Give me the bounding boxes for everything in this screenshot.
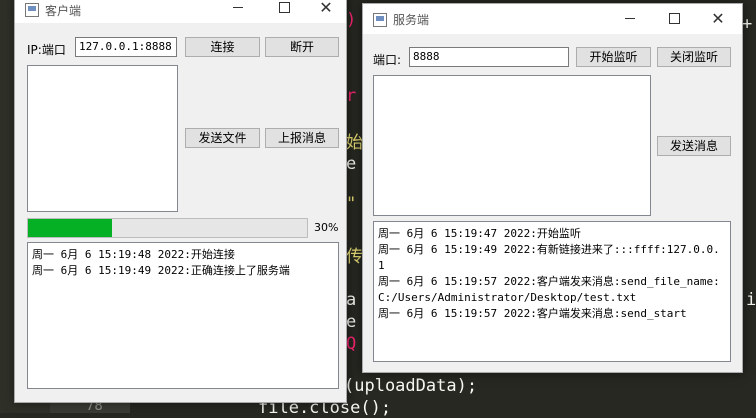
code-fragment: +	[742, 14, 753, 34]
code-line: (uploadData);	[344, 376, 478, 396]
maximize-button[interactable]	[651, 4, 697, 34]
client-titlebar: 客户端 ✕	[15, 0, 346, 23]
ip-port-input[interactable]: 127.0.0.1:8888	[75, 37, 177, 57]
app-icon	[373, 13, 387, 27]
upload-progress-bar	[27, 218, 308, 238]
code-fragment: e	[346, 312, 357, 332]
code-fragment: Q	[346, 334, 357, 354]
code-fragment: r	[346, 86, 357, 106]
server-log-box[interactable]: 周一 6月 6 15:19:47 2022:开始监听 周一 6月 6 15:19…	[373, 221, 731, 362]
code-fragment: i	[746, 290, 756, 310]
code-fragment: "	[346, 194, 357, 214]
close-icon: ✕	[319, 0, 333, 17]
client-log-box[interactable]: 周一 6月 6 15:19:48 2022:开始连接 周一 6月 6 15:19…	[27, 242, 339, 389]
maximize-button[interactable]	[261, 0, 307, 23]
minimize-button[interactable]	[215, 0, 261, 23]
progress-percent: 30%	[314, 221, 339, 234]
send-message-button[interactable]: 发送消息	[657, 136, 731, 156]
port-label: 端口:	[373, 53, 402, 67]
log-line: 周一 6月 6 15:19:57 2022:客户端发来消息:send_file_…	[378, 275, 720, 304]
port-input[interactable]: 8888	[409, 47, 569, 67]
progress-fill	[28, 219, 112, 237]
stop-listen-button[interactable]: 关闭监听	[657, 47, 731, 67]
server-window: 服务端 ✕ 端口: 8888 开始监听 关闭监听 发送消息 周一 6月 6 15…	[362, 3, 743, 373]
close-button[interactable]: ✕	[303, 0, 349, 23]
minimize-button[interactable]	[607, 4, 653, 34]
code-fragment: 始	[346, 133, 363, 153]
client-content-box[interactable]	[27, 65, 178, 212]
window-title: 服务端	[393, 13, 430, 27]
code-fragment: a	[346, 290, 357, 310]
server-titlebar: 服务端 ✕	[363, 4, 742, 34]
code-fragment: e	[346, 154, 357, 174]
log-line: 周一 6月 6 15:19:47 2022:开始监听	[378, 227, 581, 240]
maximize-icon	[278, 2, 290, 13]
minimize-icon	[625, 18, 635, 19]
close-icon: ✕	[711, 9, 725, 28]
code-fragment: 传	[346, 247, 363, 267]
log-line: 周一 6月 6 15:19:49 2022:正确连接上了服务端	[32, 264, 290, 277]
window-title: 客户端	[45, 4, 82, 18]
client-window: 客户端 ✕ IP:端口 127.0.0.1:8888 连接 断开 发送文件 上报…	[14, 0, 347, 403]
disconnect-button[interactable]: 断开	[265, 37, 339, 57]
report-message-button[interactable]: 上报消息	[265, 128, 339, 148]
log-line: 周一 6月 6 15:19:49 2022:有新链接进来了:::ffff:127…	[378, 243, 720, 272]
app-icon	[25, 3, 39, 17]
log-line: 周一 6月 6 15:19:48 2022:开始连接	[32, 248, 235, 261]
close-button[interactable]: ✕	[695, 4, 741, 34]
connect-button[interactable]: 连接	[185, 37, 260, 57]
start-listen-button[interactable]: 开始监听	[576, 47, 651, 67]
maximize-icon	[668, 13, 680, 24]
server-input-box[interactable]	[373, 75, 651, 216]
log-line: 周一 6月 6 15:19:57 2022:客户端发来消息:send_start	[378, 307, 687, 320]
minimize-icon	[233, 7, 243, 8]
send-file-button[interactable]: 发送文件	[185, 128, 260, 148]
ip-port-label: IP:端口	[27, 43, 66, 57]
